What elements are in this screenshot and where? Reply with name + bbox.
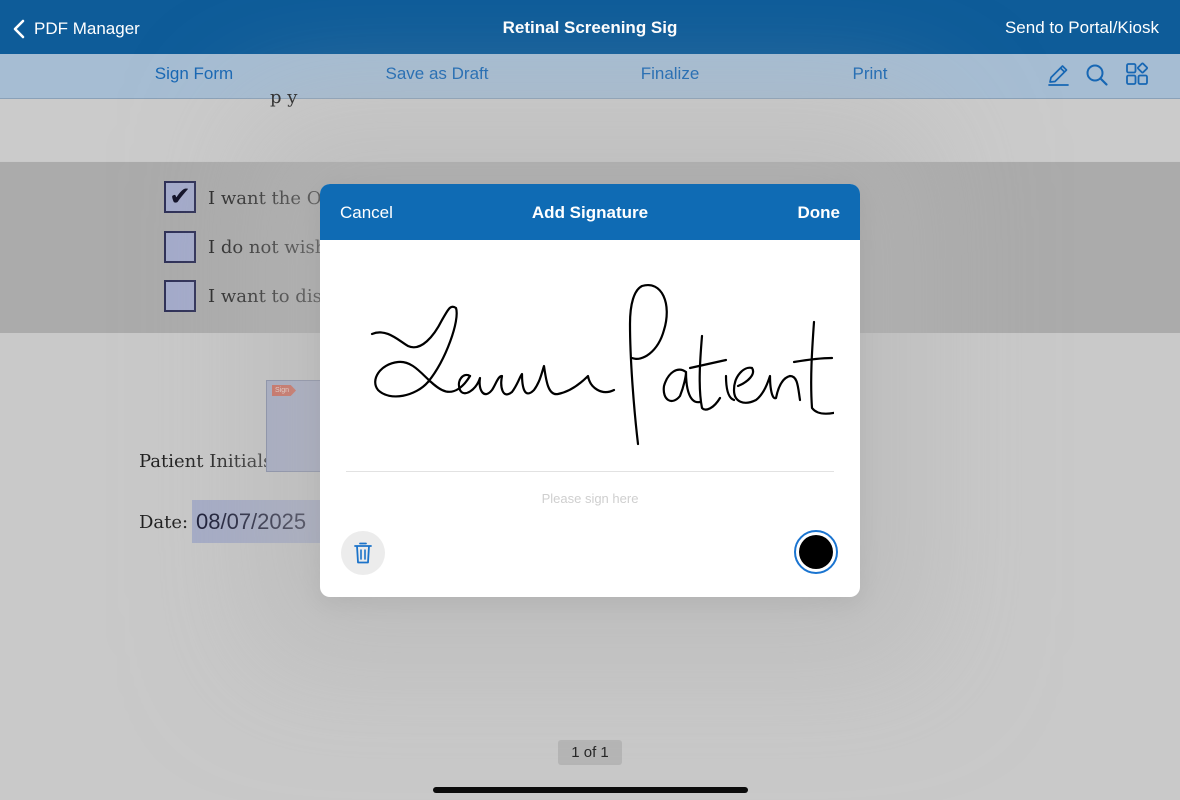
chevron-left-icon bbox=[13, 19, 25, 39]
dialog-title: Add Signature bbox=[531, 203, 649, 222]
page-indicator: 1 of 1 bbox=[558, 740, 622, 765]
search-icon[interactable] bbox=[1084, 62, 1110, 88]
cancel-button[interactable]: Cancel bbox=[340, 203, 393, 223]
checkbox-option-1[interactable]: ✔ bbox=[164, 181, 196, 213]
page-title: Retinal Screening Sig bbox=[502, 18, 678, 37]
pencil-icon[interactable] bbox=[1045, 62, 1071, 88]
home-indicator[interactable] bbox=[433, 787, 748, 793]
patient-initials-field[interactable]: Sign bbox=[266, 380, 326, 472]
option-3-label: I want to disc bbox=[208, 286, 332, 307]
finalize-button[interactable]: Finalize bbox=[641, 64, 700, 84]
partial-text: p y bbox=[270, 87, 298, 108]
grid-icon[interactable] bbox=[1124, 62, 1150, 88]
date-field[interactable]: 08/07/2025 bbox=[192, 500, 326, 543]
send-to-portal-button[interactable]: Send to Portal/Kiosk bbox=[1005, 18, 1159, 38]
sign-form-button[interactable]: Sign Form bbox=[155, 64, 233, 84]
print-button[interactable]: Print bbox=[853, 64, 888, 84]
checkbox-option-3[interactable] bbox=[164, 280, 196, 312]
sign-tag: Sign bbox=[272, 385, 296, 396]
back-button-label: PDF Manager bbox=[34, 19, 140, 38]
signature-hint: Please sign here bbox=[541, 491, 639, 506]
patient-initials-label: Patient Initials: bbox=[139, 451, 279, 472]
ink-color-button[interactable] bbox=[794, 530, 838, 574]
checkmark-icon: ✔ bbox=[169, 182, 191, 212]
signature-pad[interactable] bbox=[346, 240, 840, 472]
option-2-label: I do not wish bbox=[208, 237, 327, 258]
document-top-band: p y bbox=[0, 87, 1180, 161]
date-label: Date: bbox=[139, 512, 189, 533]
option-1-label: I want the OC bbox=[208, 188, 336, 209]
clear-signature-button[interactable] bbox=[341, 531, 385, 575]
dialog-header: Cancel Add Signature Done bbox=[320, 184, 860, 240]
signature-stroke bbox=[370, 283, 840, 446]
toolbar: Sign Form Save as Draft Finalize Print bbox=[0, 54, 1180, 99]
done-button[interactable]: Done bbox=[798, 203, 841, 223]
trash-icon bbox=[354, 542, 372, 564]
signature-baseline bbox=[346, 471, 834, 472]
back-button[interactable]: PDF Manager bbox=[12, 17, 140, 41]
save-as-draft-button[interactable]: Save as Draft bbox=[386, 64, 489, 84]
ink-color-swatch bbox=[799, 535, 833, 569]
add-signature-dialog: Cancel Add Signature Done Please sign he… bbox=[320, 184, 860, 597]
nav-bar: PDF Manager Retinal Screening Sig Send t… bbox=[0, 0, 1180, 54]
checkbox-option-2[interactable] bbox=[164, 231, 196, 263]
